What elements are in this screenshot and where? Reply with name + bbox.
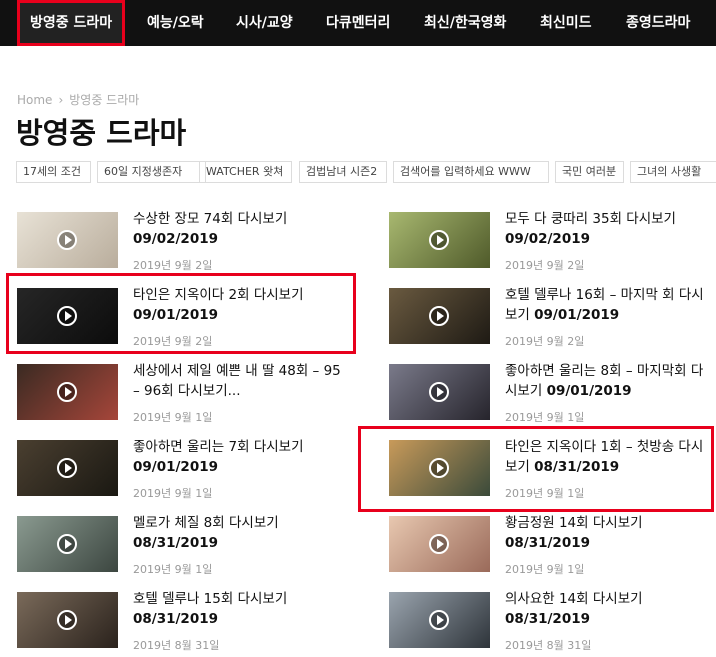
post-thumbnail[interactable] bbox=[17, 364, 118, 420]
post-title[interactable]: 멜로가 체질 8회 다시보기 08/31/2019 bbox=[133, 513, 343, 553]
play-icon[interactable] bbox=[429, 458, 449, 478]
play-icon[interactable] bbox=[57, 610, 77, 630]
post-date: 2019년 9월 1일 bbox=[133, 563, 213, 576]
post-title[interactable]: 황금정원 14회 다시보기 08/31/2019 bbox=[505, 513, 715, 553]
breadcrumb: Home › 방영중 드라마 bbox=[17, 91, 139, 108]
post-date: 2019년 9월 2일 bbox=[505, 335, 585, 348]
post-date: 2019년 9월 1일 bbox=[505, 563, 585, 576]
play-icon[interactable] bbox=[429, 230, 449, 250]
post-date: 2019년 9월 1일 bbox=[505, 487, 585, 500]
nav-item-variety[interactable]: 예능/오락 bbox=[147, 0, 204, 46]
tag-item[interactable]: 그녀의 사생활 bbox=[630, 161, 716, 183]
post-date: 2019년 9월 2일 bbox=[133, 259, 213, 272]
post-thumbnail[interactable] bbox=[17, 516, 118, 572]
breadcrumb-separator: › bbox=[58, 93, 64, 107]
nav-item-ended-drama[interactable]: 종영드라마 bbox=[626, 0, 690, 46]
post-thumbnail[interactable] bbox=[389, 440, 490, 496]
post-title[interactable]: 타인은 지옥이다 1회 – 첫방송 다시보기 08/31/2019 bbox=[505, 437, 715, 477]
page-title: 방영중 드라마 bbox=[16, 116, 187, 150]
post-thumbnail[interactable] bbox=[389, 516, 490, 572]
top-nav: 방영중 드라마 예능/오락 시사/교양 다큐멘터리 최신/한국영화 최신미드 종… bbox=[0, 0, 716, 46]
post-title[interactable]: 모두 다 쿵따리 35회 다시보기 09/02/2019 bbox=[505, 209, 715, 249]
post-title[interactable]: 호텔 델루나 15회 다시보기 08/31/2019 bbox=[133, 589, 343, 629]
play-icon[interactable] bbox=[429, 306, 449, 326]
post-date: 2019년 9월 1일 bbox=[505, 411, 585, 424]
post-thumbnail[interactable] bbox=[389, 592, 490, 648]
post-title[interactable]: 좋아하면 울리는 8회 – 마지막회 다시보기 09/01/2019 bbox=[505, 361, 715, 401]
nav-item-us-drama[interactable]: 최신미드 bbox=[540, 0, 592, 46]
post-date: 2019년 8월 31일 bbox=[133, 639, 220, 652]
post-date: 2019년 9월 1일 bbox=[133, 487, 213, 500]
play-icon[interactable] bbox=[57, 534, 77, 554]
tag-item[interactable]: 17세의 조건 bbox=[16, 161, 91, 183]
post-title[interactable]: 좋아하면 울리는 7회 다시보기 09/01/2019 bbox=[133, 437, 343, 477]
tag-item[interactable]: 검법남녀 시즌2 bbox=[299, 161, 387, 183]
tag-item[interactable]: WATCHER 왓쳐 bbox=[199, 161, 292, 183]
post-date: 2019년 8월 31일 bbox=[505, 639, 592, 652]
play-icon[interactable] bbox=[57, 382, 77, 402]
post-title[interactable]: 수상한 장모 74회 다시보기 09/02/2019 bbox=[133, 209, 343, 249]
post-title[interactable]: 호텔 델루나 16회 – 마지막 회 다시보기 09/01/2019 bbox=[505, 285, 715, 325]
post-thumbnail[interactable] bbox=[389, 288, 490, 344]
nav-item-korean-movies[interactable]: 최신/한국영화 bbox=[424, 0, 506, 46]
post-thumbnail[interactable] bbox=[17, 440, 118, 496]
breadcrumb-home[interactable]: Home bbox=[17, 93, 52, 107]
nav-item-current-affairs[interactable]: 시사/교양 bbox=[236, 0, 293, 46]
play-icon[interactable] bbox=[57, 306, 77, 326]
play-icon[interactable] bbox=[429, 610, 449, 630]
breadcrumb-current: 방영중 드라마 bbox=[69, 93, 140, 107]
post-date: 2019년 9월 2일 bbox=[133, 335, 213, 348]
post-thumbnail[interactable] bbox=[17, 592, 118, 648]
tag-item[interactable]: 검색어를 입력하세요 WWW bbox=[393, 161, 549, 183]
nav-item-airing-drama[interactable]: 방영중 드라마 bbox=[17, 0, 126, 46]
play-icon[interactable] bbox=[429, 382, 449, 402]
post-thumbnail[interactable] bbox=[389, 364, 490, 420]
post-title[interactable]: 타인은 지옥이다 2회 다시보기 09/01/2019 bbox=[133, 285, 343, 325]
play-icon[interactable] bbox=[57, 230, 77, 250]
post-title[interactable]: 세상에서 제일 예쁜 내 딸 48회 – 95 – 96회 다시보기... bbox=[133, 361, 343, 401]
post-date: 2019년 9월 2일 bbox=[505, 259, 585, 272]
tag-item[interactable]: 60일 지정생존자 bbox=[97, 161, 206, 183]
post-date: 2019년 9월 1일 bbox=[133, 411, 213, 424]
post-title[interactable]: 의사요한 14회 다시보기 08/31/2019 bbox=[505, 589, 715, 629]
tag-item[interactable]: 국민 여러분 bbox=[555, 161, 624, 183]
post-thumbnail[interactable] bbox=[17, 288, 118, 344]
post-thumbnail[interactable] bbox=[17, 212, 118, 268]
post-thumbnail[interactable] bbox=[389, 212, 490, 268]
play-icon[interactable] bbox=[429, 534, 449, 554]
nav-item-documentary[interactable]: 다큐멘터리 bbox=[326, 0, 390, 46]
play-icon[interactable] bbox=[57, 458, 77, 478]
